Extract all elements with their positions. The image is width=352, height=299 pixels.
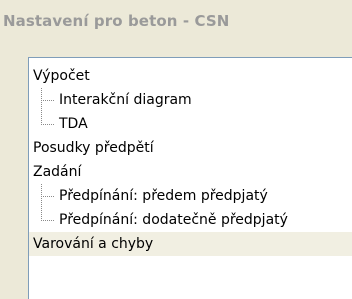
tree-item-label: Předpínání: předem předpjatý	[59, 188, 268, 204]
tree-item-posudky-predpeti[interactable]: Posudky předpětí	[33, 136, 154, 160]
tree-item-interakcni-diagram[interactable]: Interakční diagram	[59, 88, 192, 112]
tree-item-label: Předpínání: dodatečně předpjatý	[59, 212, 288, 228]
tree-item-zadani[interactable]: Zadání	[33, 160, 81, 184]
dialog-title-bar: Nastavení pro beton - CSN	[0, 0, 352, 42]
tree-connector	[41, 100, 54, 125]
tree-item-label: Výpočet	[33, 68, 90, 84]
tree-connector	[41, 196, 54, 221]
tree-item-predpinani-predem[interactable]: Předpínání: předem předpjatý	[59, 184, 268, 208]
tree-item-varovani-a-chyby[interactable]: Varování a chyby	[29, 232, 352, 256]
tree-item-tda[interactable]: TDA	[59, 112, 88, 136]
tree-item-vypocet[interactable]: Výpočet	[33, 64, 90, 88]
tree-item-predpinani-dodatecne[interactable]: Předpínání: dodatečně předpjatý	[59, 208, 288, 232]
tree-item-label: TDA	[59, 116, 88, 132]
dialog-title: Nastavení pro beton - CSN	[3, 12, 230, 30]
tree-item-label: Posudky předpětí	[33, 140, 154, 156]
tree-item-label: Varování a chyby	[33, 236, 154, 252]
settings-tree[interactable]: Výpočet Interakční diagram TDA Posudky p…	[28, 57, 352, 299]
tree-item-label: Zadání	[33, 164, 82, 180]
tree-item-label: Interakční diagram	[59, 92, 192, 108]
